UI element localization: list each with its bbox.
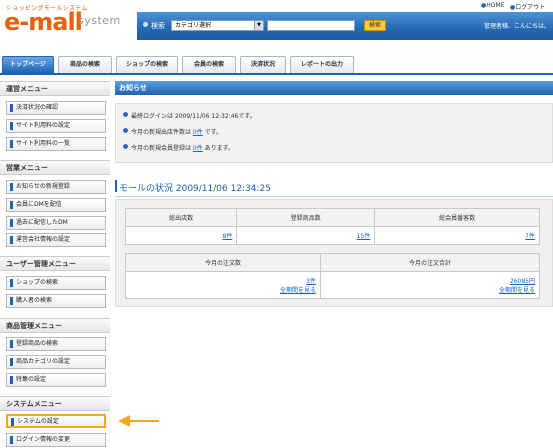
arrow-left-icon (118, 415, 159, 427)
notice-header: お知らせ (115, 81, 553, 95)
tab-report-output[interactable]: レポートの出力 (290, 56, 354, 73)
sidebar-item-buyer-search[interactable]: 購入者の検索 (6, 294, 106, 308)
new-members-link[interactable]: 0件 (193, 145, 203, 152)
monthly-orders-value[interactable]: 3件 (130, 276, 316, 285)
category-select[interactable]: カテゴリ選択 ▼ (171, 20, 264, 31)
tab-member-search[interactable]: 会員の検索 (182, 56, 236, 73)
new-shops-link[interactable]: 0件 (193, 129, 203, 136)
total-members-value[interactable]: 7件 (374, 226, 540, 245)
sidebar-item-features[interactable]: 特集の設定 (6, 373, 106, 387)
monthly-orders-cell: 3件 全期間を見る (125, 271, 321, 299)
mall-totals-table: 総出店数 登録商品数 総会員番客数 8件 15件 7件 (124, 208, 540, 245)
monthly-orders-table: 今月の注文数 今月の注文合計 3件 全期間を見る 26085円 全期間を見る (125, 253, 540, 299)
notice-new-shops: 今月の新規出店件数は 0件 です。 (122, 128, 223, 136)
chevron-down-icon: ▼ (254, 21, 263, 30)
logout-link[interactable]: ●ログアウト (510, 2, 545, 11)
sidebar-header-products: 商品管理メニュー (0, 318, 110, 333)
monthly-total-header: 今月の注文合計 (320, 253, 540, 272)
home-link[interactable]: ●HOME (481, 2, 504, 9)
sidebar-header-system: システムメニュー (0, 396, 110, 411)
sidebar-item-new-notice[interactable]: お知らせの新規登録 (6, 180, 106, 194)
orders-all-period-link[interactable]: 全期間を見る (130, 285, 316, 294)
sidebar-header-operations: 運営メニュー (0, 81, 110, 96)
sidebar-header-sales: 営業メニュー (0, 160, 110, 175)
notice-new-members: 今月の新規会員登録は 0件 あります。 (122, 144, 235, 152)
sidebar-item-site-fee-list[interactable]: サイト利用料の一覧 (6, 137, 106, 151)
search-input[interactable] (267, 20, 355, 31)
greeting: 管理者様、こんにちは。 (484, 23, 551, 30)
tab-payment-status[interactable]: 決済状況 (240, 56, 286, 73)
sidebar-item-login-info[interactable]: ログイン情報の変更 (6, 433, 106, 447)
total-all-period-link[interactable]: 全期間を見る (325, 285, 535, 294)
tab-shop-search[interactable]: ショップの検索 (116, 56, 178, 73)
sidebar-item-product-categories[interactable]: 商品カテゴリの設定 (6, 355, 106, 369)
sidebar-item-send-dm[interactable]: 会員にDMを配信 (6, 198, 106, 212)
bullet-icon (143, 22, 148, 27)
monthly-total-value[interactable]: 26085円 (325, 276, 535, 285)
tab-top-page[interactable]: トップページ (2, 56, 54, 73)
sidebar-item-shop-search[interactable]: ショップの検索 (6, 276, 106, 290)
registered-products-value[interactable]: 15件 (236, 226, 376, 245)
total-members-header: 総会員番客数 (374, 208, 540, 227)
notice-last-login: 最終ログインは 2009/11/06 12:32:46です。 (123, 112, 256, 120)
logo-tagline: system (78, 14, 121, 27)
sidebar-item-system-settings[interactable]: システムの設定 (6, 414, 106, 428)
sidebar-item-past-dm[interactable]: 過去に配信したDM (6, 216, 106, 230)
tab-product-search[interactable]: 商品の検索 (58, 56, 112, 73)
monthly-total-cell: 26085円 全期間を見る (320, 271, 540, 299)
search-label: 検索 (143, 21, 165, 31)
monthly-orders-header: 今月の注文数 (125, 253, 321, 272)
total-shops-value[interactable]: 8件 (124, 226, 238, 245)
sidebar-item-site-fee-setting[interactable]: サイト利用料の設定 (6, 119, 106, 133)
sidebar-item-registered-products[interactable]: 登録商品の検索 (6, 337, 106, 351)
sidebar-header-users: ユーザー管理メニュー (0, 256, 110, 271)
total-shops-header: 総出店数 (124, 208, 238, 227)
divider (115, 196, 553, 197)
logo[interactable]: e-mall (4, 9, 83, 35)
search-button[interactable]: 検索 (364, 20, 386, 31)
mall-status-title: モールの状況 2009/11/06 12:34:25 (114, 180, 271, 194)
sidebar-item-company-info[interactable]: 運営会社情報の設定 (6, 233, 106, 247)
registered-products-header: 登録商品数 (236, 208, 376, 227)
sidebar-item-payment-status[interactable]: 決済状況の確認 (6, 101, 106, 115)
